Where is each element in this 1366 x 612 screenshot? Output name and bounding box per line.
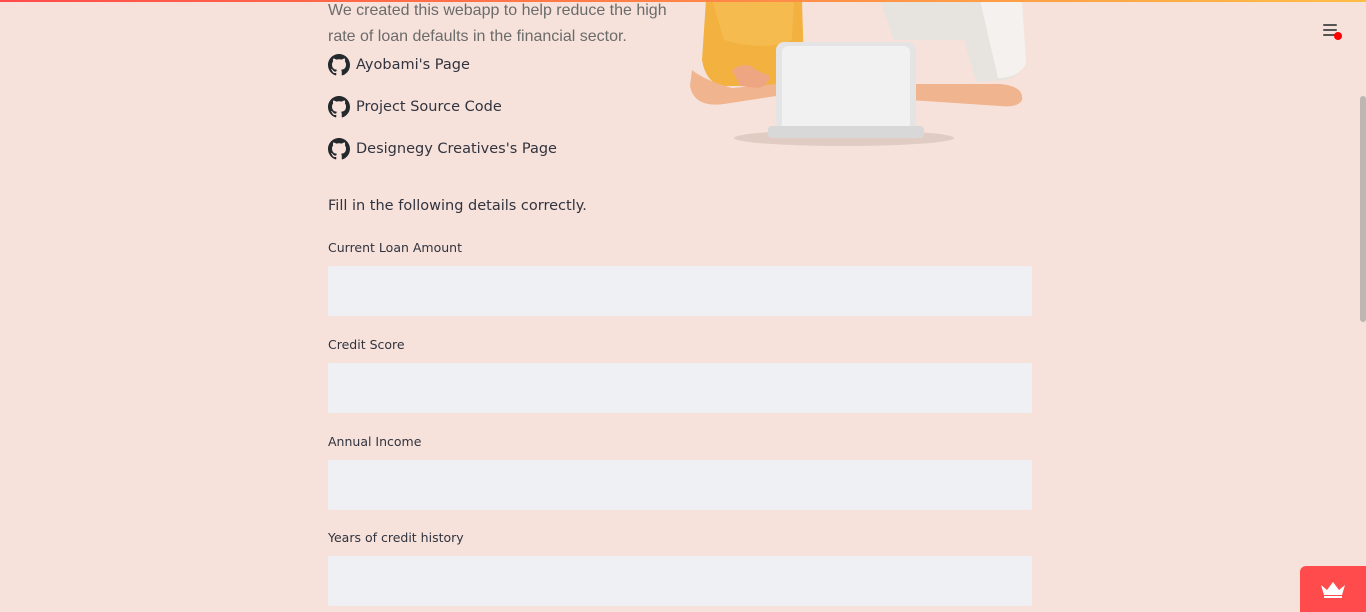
annual-income-input[interactable] [328, 460, 1032, 510]
hamburger-menu-icon [1323, 24, 1337, 26]
scrollbar-thumb[interactable] [1360, 96, 1366, 322]
link-ayobami-page[interactable]: Ayobami's Page [328, 52, 557, 78]
field-label: Years of credit history [328, 530, 464, 545]
github-icon [328, 138, 350, 160]
form-instructions: Fill in the following details correctly. [328, 198, 587, 214]
link-project-source-code[interactable]: Project Source Code [328, 94, 557, 120]
link-list: Ayobami's Page Project Source Code Desig… [328, 52, 557, 178]
current-loan-amount-input[interactable] [328, 266, 1032, 316]
years-credit-history-input[interactable] [328, 556, 1032, 606]
link-label: Project Source Code [356, 99, 502, 115]
people-laptop-illustration [690, 0, 1026, 146]
github-icon [328, 96, 350, 118]
app-page: We created this webapp to help reduce th… [0, 0, 1366, 612]
credit-score-input[interactable] [328, 363, 1032, 413]
field-label: Current Loan Amount [328, 240, 462, 255]
hamburger-menu-icon-bar [1323, 29, 1337, 31]
main-menu-button[interactable] [1318, 18, 1344, 44]
field-years-credit-history: Years of credit history [328, 530, 1032, 606]
streamlit-badge-button[interactable] [1300, 566, 1366, 612]
top-decoration-bar [0, 0, 1366, 2]
field-label: Annual Income [328, 434, 422, 449]
link-label: Ayobami's Page [356, 57, 470, 73]
link-designegy-creatives-page[interactable]: Designegy Creatives's Page [328, 136, 557, 162]
github-icon [328, 54, 350, 76]
notification-dot [1334, 32, 1342, 40]
field-credit-score: Credit Score [328, 337, 1032, 413]
field-label: Credit Score [328, 337, 405, 352]
field-annual-income: Annual Income [328, 434, 1032, 510]
link-label: Designegy Creatives's Page [356, 141, 557, 157]
intro-text: We created this webapp to help reduce th… [328, 2, 667, 45]
crown-icon [1321, 582, 1345, 598]
field-current-loan-amount: Current Loan Amount [328, 240, 1032, 316]
